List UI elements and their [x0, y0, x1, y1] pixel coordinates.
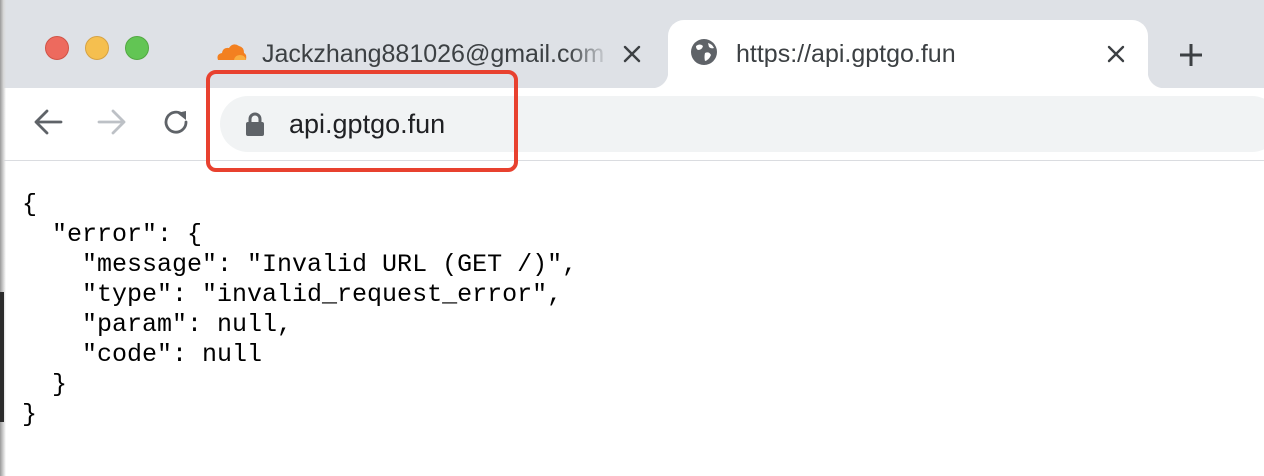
cloudflare-icon	[214, 41, 248, 68]
window-minimize-button[interactable]	[85, 36, 109, 60]
tab-api[interactable]: https://api.gptgo.fun	[652, 20, 1164, 88]
json-line: "type": "invalid_request_error",	[22, 280, 563, 309]
back-button[interactable]	[30, 106, 66, 142]
tab-close-icon[interactable]	[1102, 40, 1130, 68]
annotation-highlight-box	[206, 70, 518, 172]
window-close-button[interactable]	[45, 36, 69, 60]
forward-button[interactable]	[94, 106, 130, 142]
window-maximize-button[interactable]	[125, 36, 149, 60]
new-tab-button[interactable]	[1172, 38, 1210, 76]
json-line: "param": null,	[22, 310, 293, 339]
tab-title: https://api.gptgo.fun	[736, 39, 956, 68]
json-response-body: { "error": { "message": "Invalid URL (GE…	[22, 190, 577, 430]
back-arrow-icon	[33, 109, 63, 140]
reload-icon	[161, 107, 191, 142]
tab-strip: Jackzhang881026@gmail.com https://api.gp…	[0, 0, 1264, 88]
json-line: }	[22, 400, 38, 429]
globe-icon	[690, 38, 718, 71]
json-line: "error": {	[22, 220, 203, 249]
json-line: "message": "Invalid URL (GET /)",	[22, 250, 578, 279]
json-line: "code": null	[22, 340, 263, 369]
background-window-edge	[0, 292, 4, 422]
forward-arrow-icon	[97, 109, 127, 140]
tab-title: Jackzhang881026@gmail.com	[262, 39, 605, 68]
tab-close-icon[interactable]	[618, 40, 646, 68]
json-line: {	[22, 190, 38, 219]
browser-toolbar: api.gptgo.fun	[0, 88, 1264, 161]
reload-button[interactable]	[158, 106, 194, 142]
plus-icon	[1179, 43, 1203, 72]
json-line: }	[22, 370, 68, 399]
